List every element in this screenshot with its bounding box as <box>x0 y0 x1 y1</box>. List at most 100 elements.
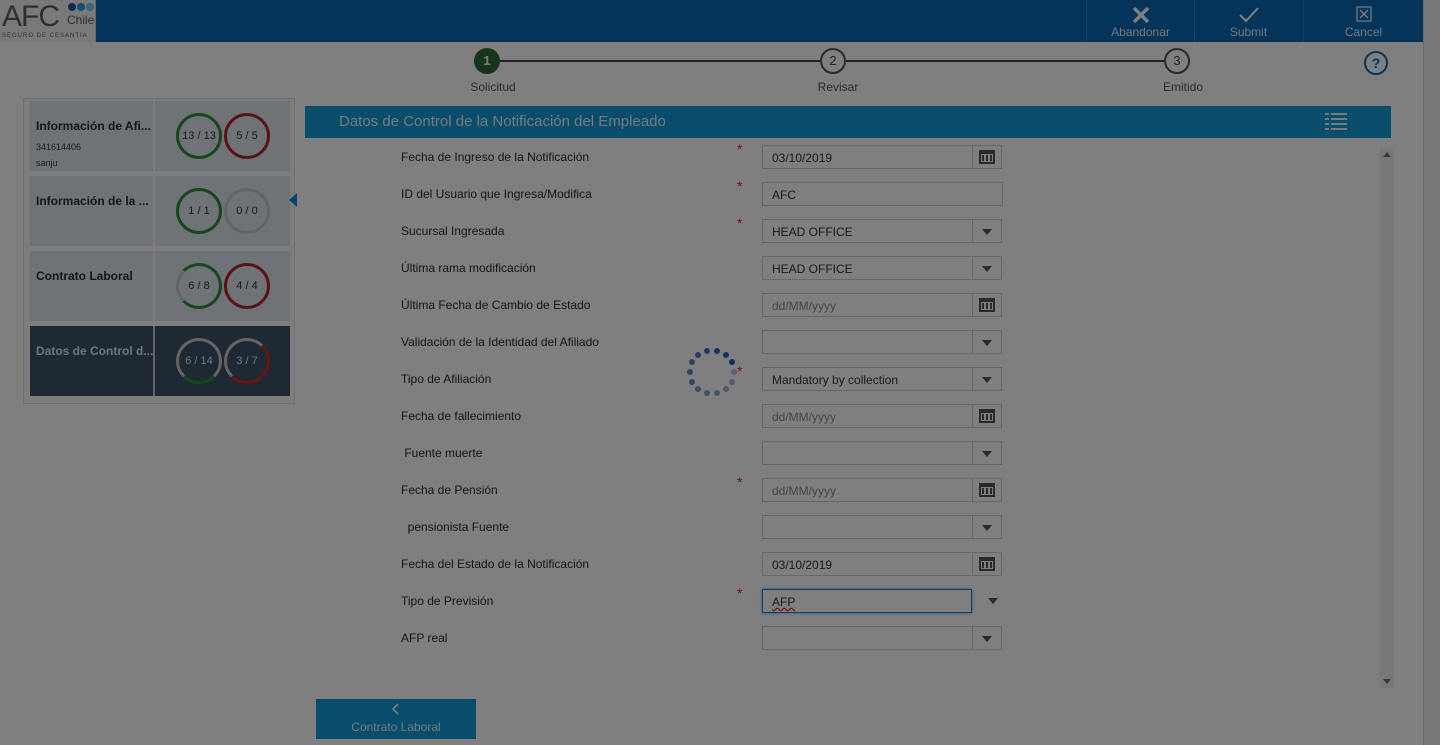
close-x-icon <box>1087 0 1194 26</box>
sidebar-card-datos-control[interactable]: Datos de Control d... 6 / 14 3 / 7 <box>30 326 290 396</box>
form-row: Validación de la Identidad del Afiliado <box>305 330 1375 356</box>
section-header: Datos de Control de la Notificación del … <box>305 106 1391 138</box>
sidebar-card-informacion[interactable]: Información de la ... 1 / 1 0 / 0 <box>30 176 290 246</box>
cancel-label: Cancel <box>1344 25 1383 39</box>
card-title: Contrato Laboral <box>36 269 133 283</box>
field-value: HEAD OFFICE <box>772 262 853 276</box>
field-label: Última Fecha de Cambio de Estado <box>401 298 591 312</box>
list-view-icon[interactable] <box>1325 112 1347 132</box>
field-value: 03/10/2019 <box>772 558 833 572</box>
chevron-down-icon[interactable] <box>972 331 1001 353</box>
chevron-down-icon[interactable] <box>979 589 1009 613</box>
scroll-down-icon[interactable] <box>1383 679 1391 684</box>
select-input[interactable]: HEAD OFFICE <box>762 219 1002 243</box>
chevron-down-icon[interactable] <box>972 516 1001 538</box>
spinner-dot <box>689 378 696 385</box>
step-solicitud[interactable]: 1 <box>474 48 500 74</box>
calendar-icon[interactable] <box>972 405 1001 427</box>
select-input[interactable] <box>762 515 1002 539</box>
sidebar-card-contrato[interactable]: Contrato Laboral 6 / 8 4 / 4 <box>30 251 290 321</box>
field-value: dd/MM/yyyy <box>772 484 837 498</box>
select-input[interactable] <box>762 441 1002 465</box>
calendar-icon[interactable] <box>972 479 1001 501</box>
abandon-label: Abandonar <box>1111 25 1170 39</box>
date-input[interactable]: 03/10/2019 <box>762 552 1002 576</box>
date-input[interactable]: 03/10/2019 <box>762 145 1002 169</box>
select-input[interactable] <box>762 330 1002 354</box>
required-ring: 5 / 5 <box>224 113 270 159</box>
spinner-dot <box>722 351 729 358</box>
step-revisar-label: Revisar <box>817 80 859 94</box>
chevron-down-icon[interactable] <box>972 442 1001 464</box>
card-divider <box>153 326 155 396</box>
required-marker: * <box>737 178 743 194</box>
logo-country: Chile <box>67 13 95 27</box>
field-value: Mandatory by collection <box>772 373 899 387</box>
spinner-dot <box>695 351 702 358</box>
form-row: Última Fecha de Cambio de Estado dd/MM/yy… <box>305 293 1375 319</box>
scroll-up-icon[interactable] <box>1383 152 1391 157</box>
completed-ring: 13 / 13 <box>176 113 222 159</box>
section-title: Datos de Control de la Notificación del … <box>339 113 666 130</box>
step-emitido-label: Emitido <box>1162 80 1203 94</box>
submit-label: Submit <box>1229 25 1268 39</box>
spinner-dot <box>731 369 737 375</box>
cancel-box-icon <box>1304 0 1423 26</box>
calendar-icon[interactable] <box>972 553 1001 575</box>
logo-dots <box>68 3 94 11</box>
select-input[interactable] <box>762 626 1002 650</box>
form-row: Fecha del Estado de la Notificación 03/10… <box>305 552 1375 578</box>
chevron-down-icon[interactable] <box>972 220 1001 242</box>
field-label: Validación de la Identidad del Afiliado <box>401 335 599 349</box>
date-input[interactable]: dd/MM/yyyy <box>762 404 1002 428</box>
cancel-button[interactable]: Cancel <box>1303 0 1423 42</box>
form-row: Tipo de Afiliación * Mandatory by collecti… <box>305 363 1375 393</box>
spinner-dot <box>728 378 735 385</box>
abandon-button[interactable]: Abandonar <box>1086 0 1194 42</box>
chevron-down-icon[interactable] <box>972 368 1001 390</box>
card-divider <box>153 251 155 321</box>
window-scrollbar[interactable] <box>1423 0 1440 745</box>
form-row: Última rama modificación HEAD OFFICE <box>305 256 1375 282</box>
select-input[interactable]: Mandatory by collection <box>762 367 1002 391</box>
help-icon[interactable]: ? <box>1364 51 1388 75</box>
top-header-bar: AFC Chile SEGURO DE CESANTIA Abandonar S… <box>0 0 1423 42</box>
date-input[interactable]: dd/MM/yyyy <box>762 293 1002 317</box>
spinner-dot <box>728 359 735 366</box>
calendar-icon[interactable] <box>972 146 1001 168</box>
spinner-dot <box>713 347 720 354</box>
back-button[interactable]: Contrato Laboral <box>316 699 476 739</box>
spinner-dot <box>689 359 696 366</box>
field-label: ID del Usuario que Ingresa/Modifica <box>401 187 592 201</box>
chevron-left-icon <box>316 699 476 719</box>
completed-ring: 6 / 8 <box>176 263 222 309</box>
completed-ring: 1 / 1 <box>176 188 222 234</box>
field-value: AFP <box>772 595 796 609</box>
app-root: AFC Chile SEGURO DE CESANTIA Abandonar S… <box>0 0 1440 745</box>
sidebar-panel: Información de Afi... 341614406 sanju 13… <box>23 98 295 404</box>
form-row: pensionista Fuente <box>305 515 1375 541</box>
chevron-down-icon[interactable] <box>972 627 1001 649</box>
form-scrollbar[interactable] <box>1380 148 1394 688</box>
date-input[interactable]: dd/MM/yyyy <box>762 478 1002 502</box>
calendar-icon[interactable] <box>972 294 1001 316</box>
field-label: Sucursal Ingresada <box>401 224 505 238</box>
select-input[interactable]: AFP <box>762 589 998 613</box>
spinner-dot <box>695 386 702 393</box>
chevron-down-icon[interactable] <box>972 257 1001 279</box>
select-input[interactable]: HEAD OFFICE <box>762 256 1002 280</box>
field-label: AFP real <box>401 631 448 645</box>
card-divider <box>153 176 155 246</box>
form-row: Fuente muerte <box>305 441 1375 467</box>
field-value: dd/MM/yyyy <box>772 299 837 313</box>
sidebar-card-afiliado[interactable]: Información de Afi... 341614406 sanju 13… <box>30 101 290 171</box>
loading-spinner-icon <box>686 346 738 398</box>
required-marker: * <box>737 215 743 231</box>
spinner-dot <box>722 386 729 393</box>
text-input[interactable]: AFC <box>762 182 1003 206</box>
required-marker: * <box>737 585 743 601</box>
submit-button[interactable]: Submit <box>1194 0 1302 42</box>
field-label: pensionista Fuente <box>401 520 510 534</box>
step-emitido[interactable]: 3 <box>1164 48 1190 74</box>
step-revisar[interactable]: 2 <box>820 48 846 74</box>
